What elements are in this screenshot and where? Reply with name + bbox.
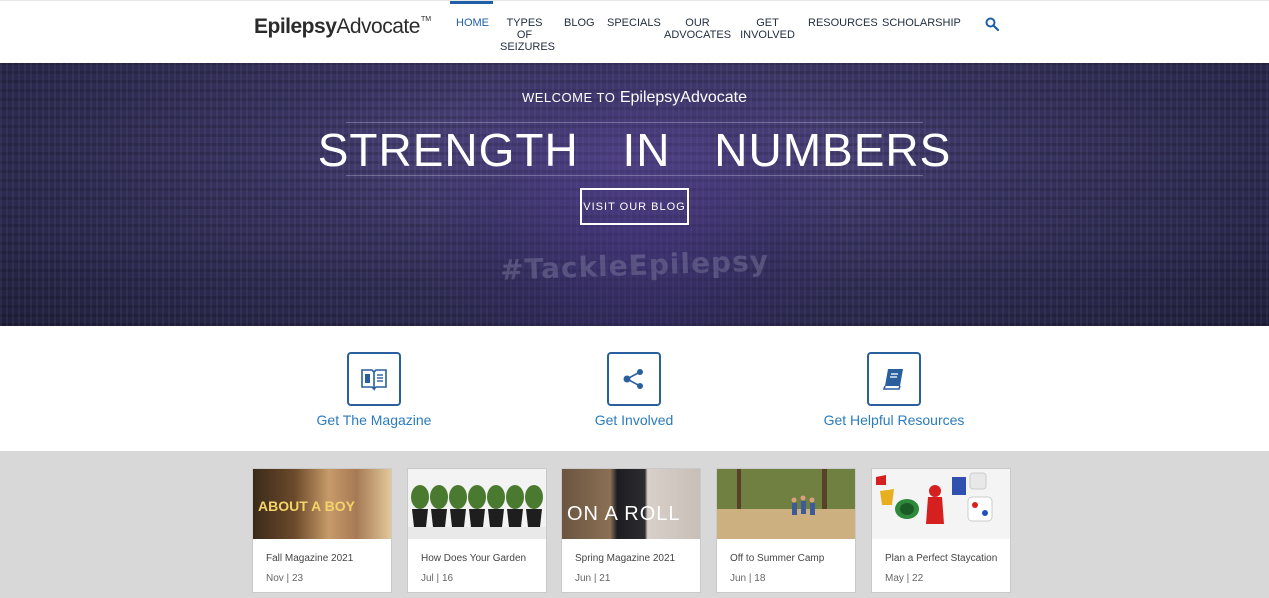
hero-welcome-brand: EpilepsyAdvocate — [619, 89, 747, 106]
book-icon-box — [867, 352, 921, 406]
visit-blog-button[interactable]: VISIT OUR BLOG — [580, 188, 689, 225]
logo-bold-text: Epilepsy — [254, 15, 337, 38]
get-magazine-label: Get The Magazine — [316, 412, 432, 428]
get-resources-label: Get Helpful Resources — [823, 412, 965, 428]
plant-pots-image — [408, 469, 546, 539]
blog-card[interactable]: Plan a Perfect Staycation May | 22 — [871, 468, 1011, 593]
blog-card[interactable]: ABOUT A BOY Fall Magazine 2021 Nov | 23 — [252, 468, 392, 593]
nav-specials[interactable]: SPECIALS — [607, 17, 661, 29]
card-title: Spring Magazine 2021 — [575, 553, 676, 564]
card-title: Fall Magazine 2021 — [266, 553, 354, 564]
get-involved-label: Get Involved — [594, 412, 674, 428]
share-icon — [623, 369, 643, 389]
logo-trademark: TM — [420, 16, 432, 23]
summer-camp-image — [717, 469, 855, 539]
card-date: Jul | 16 — [421, 573, 454, 584]
nav-types-of-seizures[interactable]: TYPES OF SEIZURES — [500, 17, 555, 53]
hero-headline: STRENGTH IN NUMBERS — [317, 124, 952, 176]
magazine-icon-box — [347, 352, 401, 406]
nav-resources[interactable]: RESOURCES — [808, 17, 878, 29]
card-thumbnail: ON A ROLL — [562, 469, 700, 539]
card-thumbnail — [408, 469, 546, 539]
hero-divider-bottom — [346, 175, 923, 176]
share-icon-box — [607, 352, 661, 406]
blog-cards-section: ABOUT A BOY Fall Magazine 2021 Nov | 23 — [0, 451, 1269, 598]
card-title: How Does Your Garden — [421, 553, 527, 564]
card-title: Off to Summer Camp — [730, 553, 825, 564]
get-involved-link[interactable]: Get Involved — [554, 352, 714, 428]
logo-light-text: Advocate — [336, 15, 420, 38]
blog-card[interactable]: How Does Your Garden Jul | 16 — [407, 468, 547, 593]
nav-home[interactable]: HOME — [456, 17, 489, 29]
book-icon — [882, 369, 903, 390]
nav-blog[interactable]: BLOG — [564, 17, 595, 29]
nav-active-indicator — [450, 1, 493, 4]
board-game-pieces-image — [872, 469, 1010, 539]
card-date: May | 22 — [885, 573, 924, 584]
card-cover-text: ON A ROLL — [567, 503, 681, 525]
magazine-icon — [361, 369, 387, 391]
blog-card[interactable]: Off to Summer Camp Jun | 18 — [716, 468, 856, 593]
card-thumbnail — [717, 469, 855, 539]
card-date: Nov | 23 — [266, 573, 304, 584]
hero-banner: #TackleEpilepsy WELCOME TO EpilepsyAdvoc… — [0, 63, 1269, 326]
search-icon[interactable] — [985, 17, 999, 31]
nav-our-advocates[interactable]: OUR ADVOCATES — [664, 17, 731, 41]
nav-get-involved[interactable]: GET INVOLVED — [740, 17, 795, 41]
site-header: Epilepsy Advocate TM HOME TYPES OF SEIZU… — [0, 0, 1269, 63]
site-logo[interactable]: Epilepsy Advocate TM — [254, 15, 431, 41]
card-title: Plan a Perfect Staycation — [885, 553, 998, 564]
card-date: Jun | 18 — [730, 573, 766, 584]
get-magazine-link[interactable]: Get The Magazine — [294, 352, 454, 428]
hero-welcome-prefix: WELCOME TO — [521, 90, 616, 105]
feature-links: Get The Magazine Get Involved Get Helpfu… — [0, 326, 1269, 451]
nav-scholarship[interactable]: SCHOLARSHIP — [882, 17, 961, 29]
hero-welcome: WELCOME TO EpilepsyAdvocate — [0, 89, 1269, 107]
card-thumbnail: ABOUT A BOY — [253, 469, 391, 539]
card-date: Jun | 21 — [575, 573, 611, 584]
blog-card[interactable]: ON A ROLL Spring Magazine 2021 Jun | 21 — [561, 468, 701, 593]
get-resources-link[interactable]: Get Helpful Resources — [814, 352, 974, 428]
card-thumbnail — [872, 469, 1010, 539]
card-cover-text: ABOUT A BOY — [258, 498, 355, 514]
